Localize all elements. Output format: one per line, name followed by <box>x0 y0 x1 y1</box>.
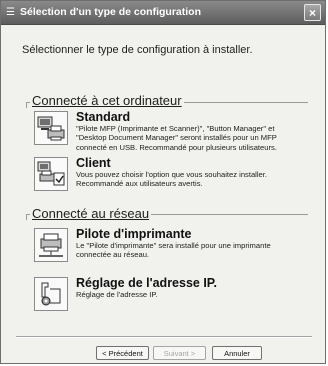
option-client-title[interactable]: Client <box>76 156 111 170</box>
back-button[interactable]: < Précédent <box>96 346 149 360</box>
option-standard-description: "Pilote MFP (Imprimante et Scanner)", "B… <box>76 124 277 152</box>
title-bar: ☰ Sélection d'un type de configuration × <box>1 1 325 25</box>
option-ip-setting-title[interactable]: Réglage de l'adresse IP. <box>76 276 217 290</box>
computer-checklist-icon[interactable] <box>34 157 68 191</box>
option-ip-setting[interactable]: Réglage de l'adresse IP. Réglage de l'ad… <box>34 276 306 317</box>
instruction-text: Sélectionner le type de configuration à … <box>22 44 253 56</box>
option-client[interactable]: Client Vous pouvez choisir l'option que … <box>34 156 306 197</box>
option-printer-driver-description: Le "Pilote d'imprimante" sera installé p… <box>76 241 271 260</box>
option-standard[interactable]: Standard "Pilote MFP (Imprimante et Scan… <box>34 110 306 153</box>
window-menu-icon[interactable]: ☰ <box>6 7 18 18</box>
option-ip-setting-description: Réglage de l'adresse IP. <box>76 290 158 299</box>
option-client-description: Vous pouvez choisir l'option que vous so… <box>76 170 267 189</box>
button-divider <box>16 336 312 338</box>
option-printer-driver-title[interactable]: Pilote d'imprimante <box>76 227 192 241</box>
close-button[interactable]: × <box>304 4 321 21</box>
network-printer-icon[interactable] <box>34 228 68 262</box>
cancel-button[interactable]: Annuler <box>212 346 262 360</box>
section-title-network: Connecté au réseau <box>30 206 152 221</box>
next-button[interactable]: Suivant > <box>153 346 206 360</box>
section-title-local: Connecté à cet ordinateur <box>30 93 184 108</box>
option-standard-title[interactable]: Standard <box>76 110 130 124</box>
ip-gear-icon[interactable] <box>34 277 68 311</box>
computer-printer-icon[interactable] <box>34 111 68 145</box>
window-title: Sélection d'un type de configuration <box>20 6 202 18</box>
option-printer-driver[interactable]: Pilote d'imprimante Le "Pilote d'imprima… <box>34 227 306 268</box>
